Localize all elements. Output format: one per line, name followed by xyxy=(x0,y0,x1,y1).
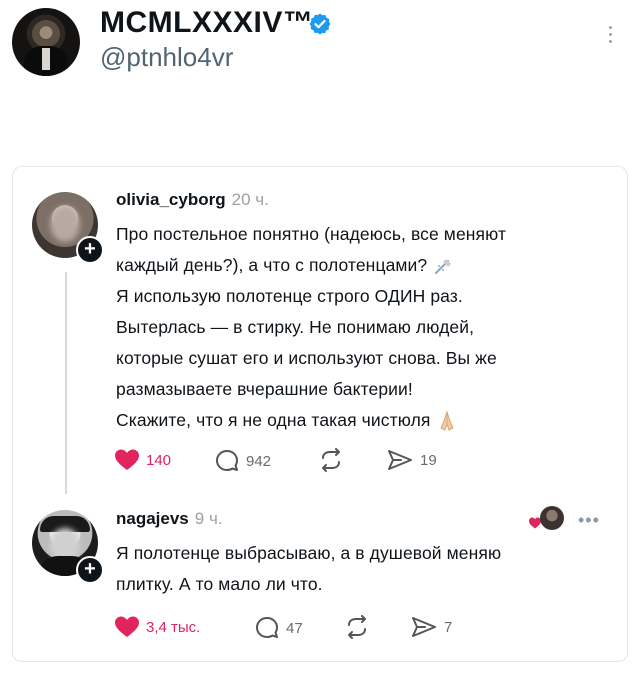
share-count: 7 xyxy=(444,618,453,636)
post-line: Вытерлась — в стирку. Не понимаю людей, xyxy=(116,317,475,337)
post-line: Про постельное понятно (надеюсь, все мен… xyxy=(116,224,507,244)
like-count: 3,4 тыс. xyxy=(146,618,201,636)
share-button[interactable]: 7 xyxy=(410,615,452,639)
comment-button[interactable]: 47 xyxy=(254,615,303,641)
display-name[interactable]: MCMLXXXIV™ xyxy=(100,6,313,40)
folded-hands-icon xyxy=(440,410,455,432)
post-line: каждый день?), а что с полотенцами? xyxy=(116,255,428,275)
reply-header: nagajevs 9 ч. xyxy=(116,509,223,529)
comment-count: 942 xyxy=(246,452,272,470)
profile-avatar[interactable] xyxy=(12,8,80,76)
like-count: 140 xyxy=(146,451,172,469)
reply-time: 9 ч. xyxy=(194,509,223,528)
thread-connector-line xyxy=(65,272,67,494)
repost-icon xyxy=(322,448,340,472)
post-line: которые сушат его и используют снова. Вы… xyxy=(116,348,497,368)
post-line: Я использую полотенце строго ОДИН раз. xyxy=(116,286,463,306)
more-vertical-icon[interactable] xyxy=(598,22,622,50)
repost-icon xyxy=(348,615,366,639)
like-button[interactable]: 140 xyxy=(114,448,171,472)
post-username[interactable]: olivia_cyborg xyxy=(116,190,226,209)
post-body: Про постельное понятно (надеюсь, все мен… xyxy=(116,219,616,436)
verified-badge-icon xyxy=(309,13,331,35)
repost-button[interactable] xyxy=(344,615,370,639)
reply-body: Я полотенце выбрасываю, а в душевой меня… xyxy=(116,538,616,600)
share-send-icon xyxy=(412,617,436,637)
post-line: размазываете вчерашние бактерии! xyxy=(116,379,413,399)
more-horizontal-icon[interactable]: ••• xyxy=(578,510,600,531)
user-handle[interactable]: @ptnhlo4vr xyxy=(100,42,233,73)
post-line-with-emoji: Скажите, что я не одна такая чистюля xyxy=(116,405,616,436)
post-header: olivia_cyborg 20 ч. xyxy=(116,190,269,210)
follow-plus-icon[interactable]: + xyxy=(76,236,104,264)
comment-count: 47 xyxy=(286,619,303,637)
post-time: 20 ч. xyxy=(231,190,269,209)
comment-bubble-icon xyxy=(256,617,278,638)
like-button[interactable]: 3,4 тыс. xyxy=(114,615,200,639)
reply-line: Я полотенце выбрасываю, а в душевой меня… xyxy=(116,543,502,563)
comment-button[interactable]: 942 xyxy=(214,448,271,474)
repost-button[interactable] xyxy=(318,448,344,472)
heart-filled-icon xyxy=(115,449,139,470)
heart-filled-icon xyxy=(115,616,139,637)
share-button[interactable]: 19 xyxy=(386,448,437,472)
post-line-with-emoji: каждый день?), а что с полотенцами? xyxy=(116,250,616,281)
shower-icon xyxy=(435,259,452,275)
liked-by-author-avatar xyxy=(540,506,564,530)
follow-plus-icon[interactable]: + xyxy=(76,556,104,584)
comment-bubble-icon xyxy=(216,450,238,471)
reply-line: плитку. А то мало ли что. xyxy=(116,574,323,594)
reply-username[interactable]: nagajevs xyxy=(116,509,189,528)
share-send-icon xyxy=(388,450,412,470)
share-count: 19 xyxy=(420,451,437,469)
post-line: Скажите, что я не одна такая чистюля xyxy=(116,410,431,430)
